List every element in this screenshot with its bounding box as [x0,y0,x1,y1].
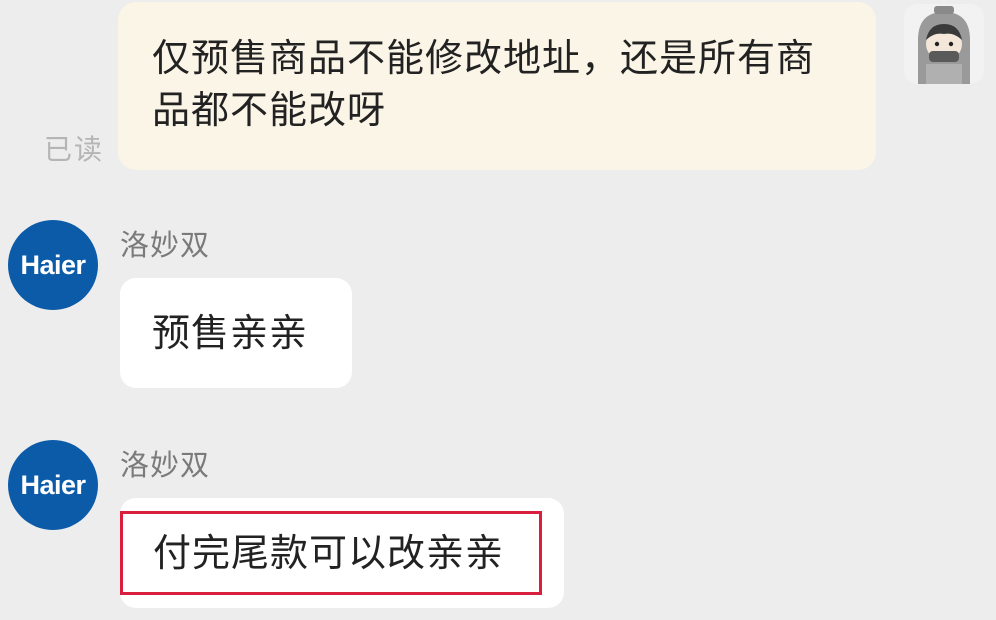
highlight-annotation-box: 付完尾款可以改亲亲 [120,511,542,595]
outgoing-message-text: 仅预售商品不能修改地址，还是所有商品都不能改呀 [152,36,816,132]
incoming-message-text: 付完尾款可以改亲亲 [153,531,505,575]
sender-name: 洛妙双 [120,228,211,262]
sender-name: 洛妙双 [120,448,211,482]
user-avatar-icon [904,4,984,84]
incoming-message-bubble[interactable]: 付完尾款可以改亲亲 [120,498,564,608]
read-status: 已读 [44,133,105,166]
incoming-message-text: 预售亲亲 [152,311,309,355]
haier-logo-text: Haier [20,469,86,500]
haier-avatar[interactable]: Haier [8,440,98,530]
chat-window: 仅预售商品不能修改地址，还是所有商品都不能改呀 已读 Haier 洛妙双 预售亲… [0,0,996,620]
haier-logo-text: Haier [20,249,86,280]
user-avatar[interactable] [904,4,984,84]
haier-avatar[interactable]: Haier [8,220,98,310]
incoming-message-bubble[interactable]: 预售亲亲 [120,278,352,388]
outgoing-message-bubble[interactable]: 仅预售商品不能修改地址，还是所有商品都不能改呀 [118,2,876,170]
